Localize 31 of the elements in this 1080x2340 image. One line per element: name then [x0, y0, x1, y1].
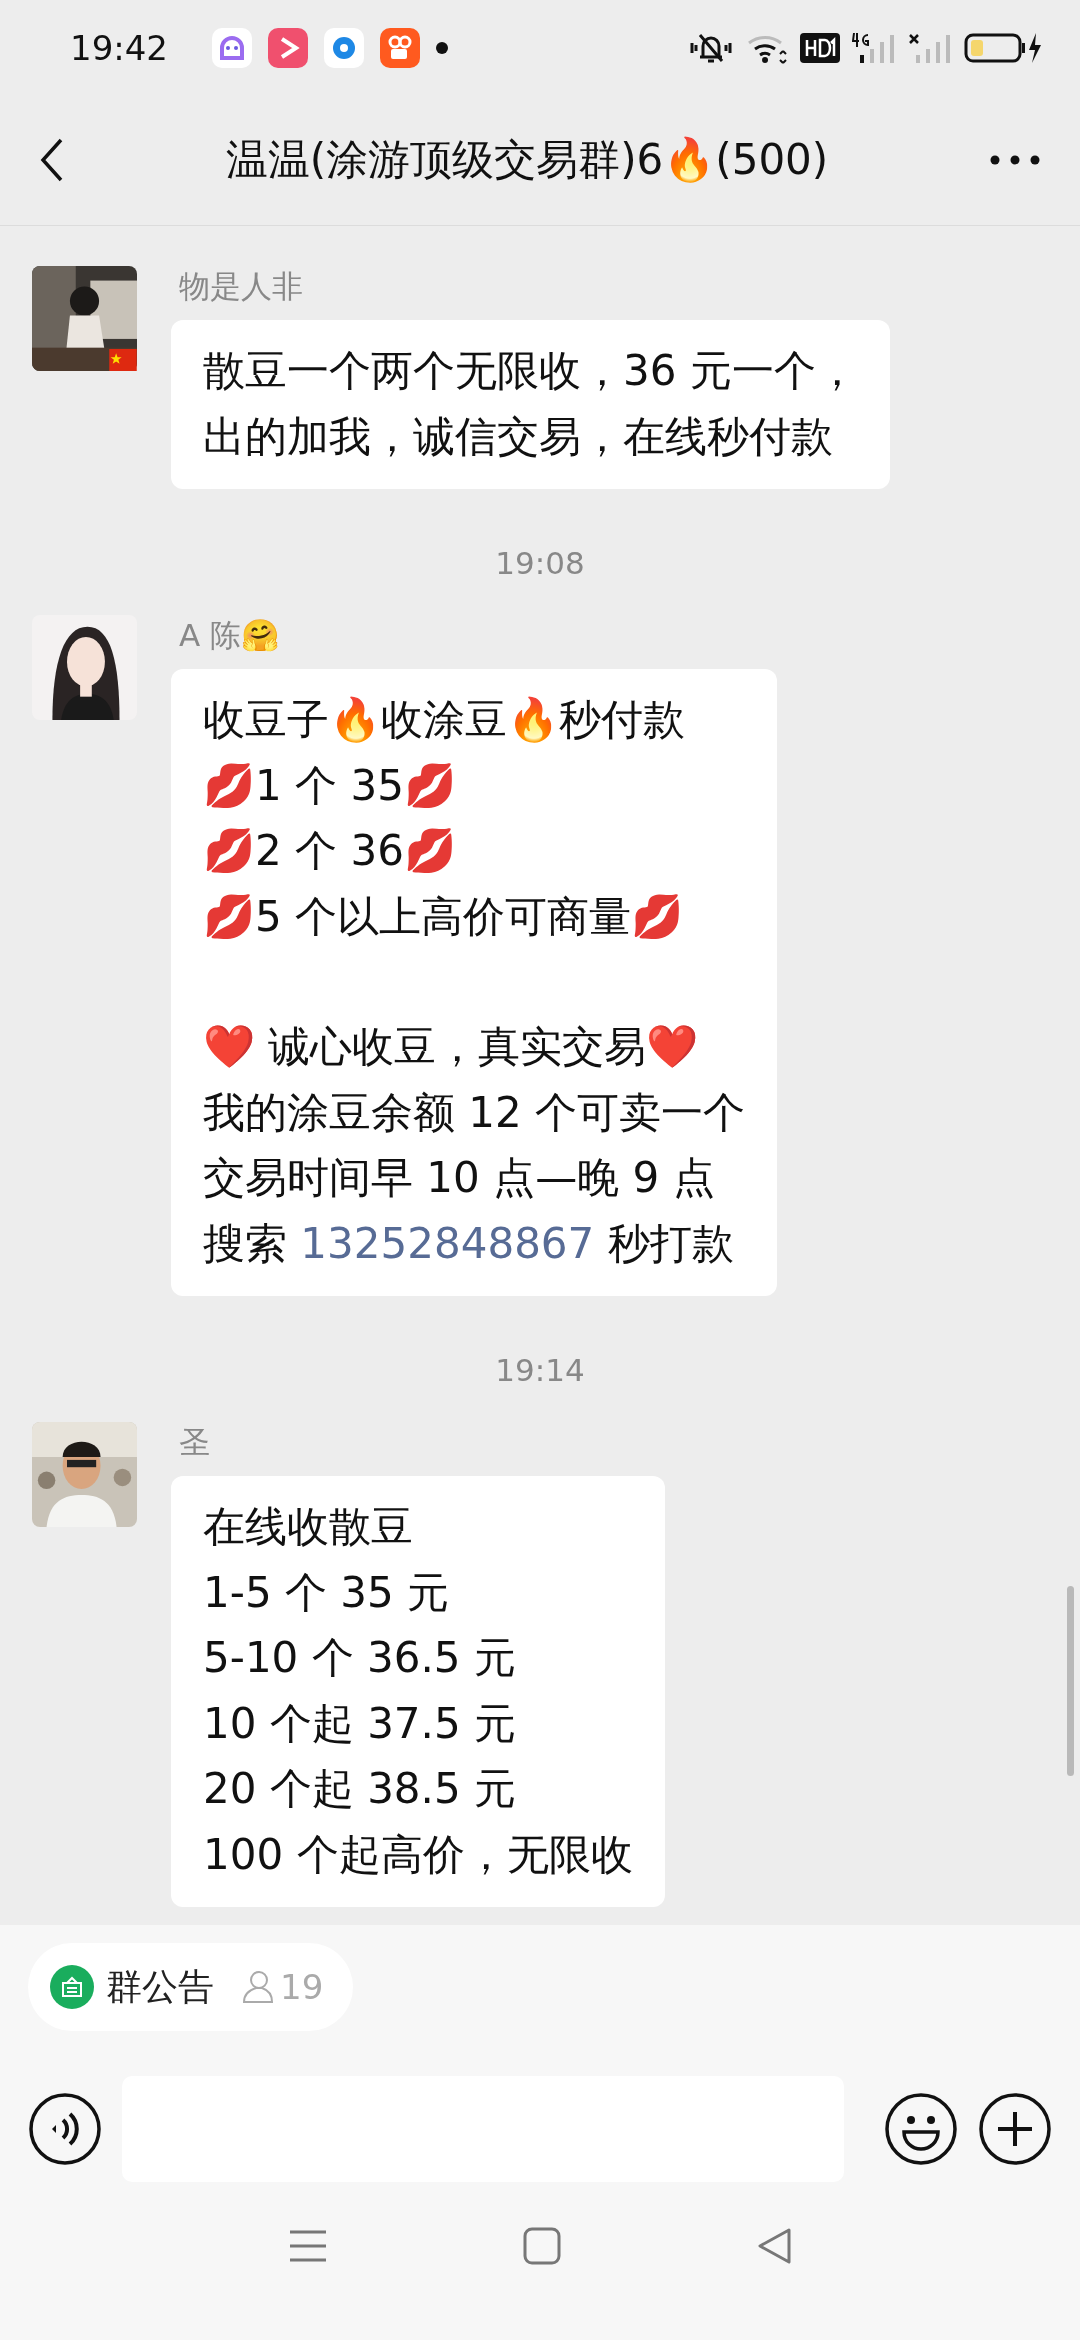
announcement-chip[interactable]: 群公告 19 [28, 1943, 354, 2031]
back-nav-icon[interactable] [756, 2226, 793, 2265]
scrollbar[interactable] [1067, 1586, 1074, 1776]
phone-link[interactable]: 13252848867 [300, 1218, 595, 1268]
signal-icon [852, 30, 896, 65]
hd-icon [800, 32, 840, 63]
timestamp: 19:14 [495, 1352, 585, 1388]
timestamp: 19:08 [495, 545, 585, 581]
notice-icon [50, 1965, 94, 2009]
sender-name: A 陈🤗 [179, 616, 281, 655]
message-bubble[interactable]: 散豆一个两个无限收，36 元一个， 出的加我，诚信交易，在线秒付款 [171, 320, 890, 489]
person-icon [242, 1970, 274, 2004]
message-bubble[interactable]: 在线收散豆 1-5 个 35 元 5-10 个 36.5 元 10 个起 37.5 元 20 个起 38.5 元 100 个起高价，无限收 [171, 1476, 665, 1907]
play-app-icon [268, 27, 308, 68]
status-time: 19:42 [70, 27, 168, 68]
dot-icon [436, 41, 448, 54]
flag-icon [109, 349, 137, 371]
more-icon[interactable] [990, 155, 1040, 165]
menu-icon[interactable] [287, 2228, 328, 2263]
message-bubble[interactable]: 收豆子🔥收涂豆🔥秒付款 💋1 个 35💋 💋2 个 36💋 💋5 个以上高价可商量💋 ❤ 诚心收豆，真实交易❤ 我的涂豆余额 12 个可卖一个 交易时间早 10 点—晚 9 点 搜索 13252848867 秒打款 [171, 669, 778, 1296]
add-icon[interactable] [978, 2091, 1052, 2166]
sender-name: 圣 [179, 1423, 210, 1462]
circle-app-icon [324, 27, 364, 68]
camera-app-icon [380, 27, 420, 68]
back-icon[interactable] [40, 138, 64, 182]
chat-title: 温温(涂游顶级交易群)6🔥(500) [224, 134, 830, 186]
chat-app-icon [212, 27, 252, 68]
sender-name: 物是人非 [179, 267, 303, 306]
voice-icon[interactable] [28, 2091, 102, 2166]
home-icon[interactable] [523, 2226, 561, 2265]
emoji-icon[interactable] [884, 2091, 958, 2166]
